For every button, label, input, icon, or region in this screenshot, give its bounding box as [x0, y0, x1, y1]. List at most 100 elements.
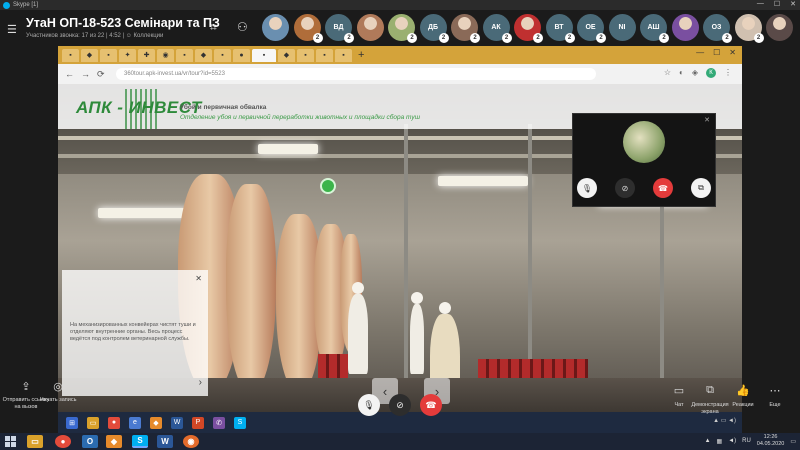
- camera-off-icon[interactable]: ⊘: [615, 178, 635, 198]
- tour-title: Убой и первичная обвалка: [180, 104, 267, 111]
- camera-off-button[interactable]: ⊘: [389, 394, 411, 416]
- browser-tab[interactable]: ▪: [62, 48, 79, 62]
- folder-icon[interactable]: ▭: [87, 416, 99, 429]
- participant-avatar[interactable]: [356, 14, 384, 41]
- browser-tab[interactable]: ▪: [100, 48, 117, 62]
- close-icon[interactable]: ✕: [195, 274, 202, 283]
- add-people-icon[interactable]: ⚇: [237, 20, 248, 34]
- participant-avatar[interactable]: 2: [514, 14, 543, 43]
- screen-share-icon[interactable]: ⧉: [691, 178, 711, 198]
- participant-avatar[interactable]: ВТ 2: [545, 14, 575, 43]
- edge-icon[interactable]: e: [129, 416, 141, 429]
- powerpoint-icon[interactable]: P: [192, 416, 204, 429]
- call-title: УтаН ОП-18-523 Семінари та ПЗ: [26, 16, 220, 30]
- participant-avatar[interactable]: ОЕ 2: [577, 14, 606, 43]
- chrome-icon[interactable]: ●: [108, 416, 120, 429]
- skype-icon[interactable]: S: [234, 416, 246, 429]
- minimize-button[interactable]: —: [757, 0, 764, 8]
- profile-avatar[interactable]: К: [706, 68, 716, 78]
- participant-avatar[interactable]: NI: [608, 14, 636, 41]
- end-call-icon[interactable]: ☎: [653, 178, 673, 198]
- reload-icon[interactable]: ⟳: [97, 69, 105, 80]
- record-button[interactable]: ◎ Начать запись: [33, 380, 83, 404]
- more-icon: ⋯: [769, 385, 781, 397]
- participant-avatar[interactable]: 2: [734, 14, 764, 43]
- browser-menu-icon[interactable]: ⋮: [724, 68, 732, 78]
- address-bar[interactable]: 360tour.apk-invest.ua/vr/tour?id=5523: [116, 68, 596, 80]
- browser-tab[interactable]: ▪: [214, 48, 231, 62]
- participant-avatar[interactable]: [671, 14, 699, 41]
- browser-tab[interactable]: ◆: [278, 48, 295, 62]
- firefox-icon[interactable]: ◉: [183, 435, 199, 448]
- viber-icon[interactable]: ✆: [213, 416, 225, 429]
- tour-subtitle: Отделение убоя и первичной переработки ж…: [180, 114, 420, 121]
- browser-tab[interactable]: ▪: [297, 48, 314, 62]
- volume-icon[interactable]: ◄): [728, 438, 736, 444]
- participant-avatar[interactable]: 2: [451, 14, 480, 43]
- browser-tab[interactable]: ▪: [316, 48, 333, 62]
- participant-avatar[interactable]: 2: [293, 14, 323, 43]
- browser-maximize-icon[interactable]: ☐: [713, 48, 720, 57]
- browser-tab[interactable]: ◆: [81, 48, 98, 62]
- menu-icon[interactable]: ☰: [7, 23, 17, 36]
- window-title: Skype [1]: [13, 2, 39, 8]
- participant-avatar[interactable]: АК 2: [482, 14, 512, 43]
- skype-icon: [3, 1, 10, 9]
- end-call-button[interactable]: ☎: [420, 394, 442, 416]
- participant-avatar[interactable]: ОЗ 2: [703, 14, 732, 43]
- participant-avatar[interactable]: ВД 2: [325, 14, 354, 43]
- participant-avatar[interactable]: ДБ 2: [419, 14, 449, 43]
- word-icon[interactable]: W: [171, 416, 183, 429]
- participant-count-badge: 2: [564, 33, 575, 43]
- app-icon[interactable]: ◆: [150, 416, 162, 429]
- chevron-right-icon[interactable]: ›: [199, 377, 202, 388]
- maximize-button[interactable]: ☐: [774, 0, 780, 8]
- participant-count-badge: 2: [659, 33, 669, 43]
- forward-icon[interactable]: →: [81, 69, 90, 79]
- new-tab-button[interactable]: +: [358, 49, 364, 61]
- browser-tab[interactable]: ▪: [176, 48, 193, 62]
- microphone-icon[interactable]: 🎙: [577, 178, 597, 198]
- word-icon[interactable]: W: [157, 435, 173, 448]
- participant-avatar[interactable]: [262, 14, 289, 41]
- system-tray: ▲ ▦ ◄) RU 12:26 04.05.2020 ▭: [705, 434, 796, 448]
- network-icon[interactable]: ▦: [717, 438, 723, 445]
- participant-count-badge: 2: [753, 33, 764, 43]
- chrome-icon[interactable]: ●: [55, 435, 71, 448]
- microphone-button[interactable]: 🎙: [358, 394, 380, 416]
- browser-toolbar: ← → ⟳ 360tour.apk-invest.ua/vr/tour?id=5…: [58, 64, 742, 84]
- browser-tab[interactable]: ●: [233, 48, 250, 62]
- browser-tab[interactable]: ◆: [195, 48, 212, 62]
- tray-expand-icon[interactable]: ▲: [705, 438, 711, 444]
- browser-tab[interactable]: ✦: [119, 48, 136, 62]
- app-icon[interactable]: ◆: [106, 435, 122, 448]
- browser-tab[interactable]: ✚: [138, 48, 155, 62]
- clock[interactable]: 12:26 04.05.2020: [757, 434, 785, 448]
- skype-taskbar-icon[interactable]: S: [132, 435, 148, 448]
- participant-count-badge: 2: [438, 33, 449, 43]
- browser-close-icon[interactable]: ✕: [729, 48, 736, 57]
- browser-tab[interactable]: ▪: [252, 48, 276, 62]
- browser-tab[interactable]: ◉: [157, 48, 174, 62]
- bookmark-star-icon[interactable]: ☆: [664, 68, 671, 78]
- file-explorer-icon[interactable]: ▭: [27, 435, 43, 448]
- back-icon[interactable]: ←: [65, 69, 74, 79]
- browser-minimize-icon[interactable]: —: [696, 48, 704, 57]
- language-indicator[interactable]: RU: [742, 438, 751, 444]
- participant-count-badge: 2: [722, 33, 732, 43]
- notifications-icon[interactable]: ▭: [790, 438, 796, 445]
- extension-icon[interactable]: ◈: [692, 68, 698, 78]
- windows-start-icon[interactable]: ⊞: [66, 416, 78, 429]
- participant-avatar[interactable]: 2: [388, 14, 417, 43]
- close-icon[interactable]: ✕: [704, 116, 710, 124]
- participant-avatar[interactable]: [766, 14, 793, 41]
- extension-icon[interactable]: ◐: [679, 68, 684, 78]
- info-hotspot[interactable]: [320, 178, 336, 194]
- participant-avatar[interactable]: АШ 2: [640, 14, 669, 43]
- browser-tab[interactable]: ▪: [335, 48, 352, 62]
- layout-icon[interactable]: ⌗: [210, 20, 217, 35]
- close-button[interactable]: ✕: [790, 0, 796, 8]
- outlook-icon[interactable]: O: [82, 435, 98, 448]
- windows-start-button[interactable]: [5, 436, 16, 447]
- more-button[interactable]: ⋯ Еще: [755, 384, 795, 409]
